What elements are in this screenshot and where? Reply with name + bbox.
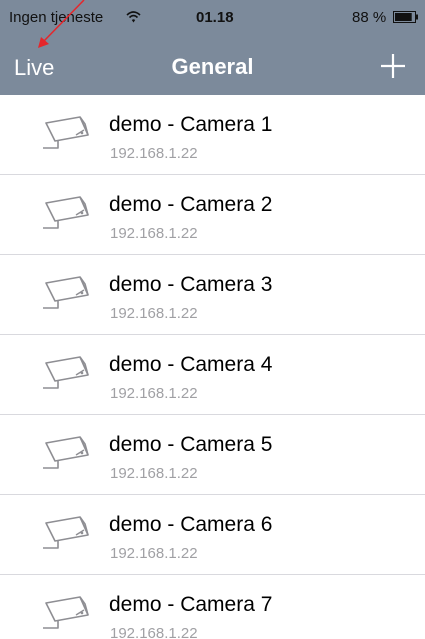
camera-address: 192.168.1.22 <box>110 145 198 162</box>
list-item[interactable]: demo - Camera 4 192.168.1.22 <box>0 335 425 415</box>
carrier-label: Ingen tjeneste <box>9 9 104 26</box>
security-camera-icon <box>43 436 89 469</box>
wifi-icon <box>126 11 141 23</box>
camera-address: 192.168.1.22 <box>110 625 198 639</box>
list-item[interactable]: demo - Camera 1 192.168.1.22 <box>0 95 425 175</box>
camera-name: demo - Camera 2 <box>109 193 273 216</box>
camera-address: 192.168.1.22 <box>110 545 198 562</box>
page-title: General <box>171 54 254 79</box>
security-camera-icon <box>43 196 89 229</box>
battery-percentage: 88 % <box>352 9 387 26</box>
list-item[interactable]: demo - Camera 7 192.168.1.22 <box>0 575 425 639</box>
camera-name: demo - Camera 7 <box>109 593 273 616</box>
camera-name: demo - Camera 6 <box>109 513 273 536</box>
camera-name: demo - Camera 4 <box>109 353 273 376</box>
list-item[interactable]: demo - Camera 5 192.168.1.22 <box>0 415 425 495</box>
list-item[interactable]: demo - Camera 2 192.168.1.22 <box>0 175 425 255</box>
camera-list: demo - Camera 1 192.168.1.22 demo - Camer… <box>0 95 425 639</box>
camera-name: demo - Camera 5 <box>109 433 273 456</box>
security-camera-icon <box>43 276 89 309</box>
security-camera-icon <box>43 356 89 389</box>
camera-address: 192.168.1.22 <box>110 385 198 402</box>
battery-icon <box>393 11 418 23</box>
security-camera-icon <box>43 116 89 149</box>
clock: 01.18 <box>196 9 234 26</box>
camera-name: demo - Camera 3 <box>109 273 273 296</box>
camera-address: 192.168.1.22 <box>110 225 198 242</box>
screen: Ingen tjeneste 01.18 88 % Live General d… <box>0 0 425 639</box>
camera-address: 192.168.1.22 <box>110 465 198 482</box>
security-camera-icon <box>43 516 89 549</box>
camera-name: demo - Camera 1 <box>109 113 273 136</box>
security-camera-icon <box>43 596 89 629</box>
list-item[interactable]: demo - Camera 6 192.168.1.22 <box>0 495 425 575</box>
status-bar: Ingen tjeneste 01.18 88 % <box>0 0 425 34</box>
camera-address: 192.168.1.22 <box>110 305 198 322</box>
plus-icon[interactable] <box>379 52 407 80</box>
navigation-bar: Ingen tjeneste 01.18 88 % Live General <box>0 0 425 95</box>
list-item[interactable]: demo - Camera 3 192.168.1.22 <box>0 255 425 335</box>
